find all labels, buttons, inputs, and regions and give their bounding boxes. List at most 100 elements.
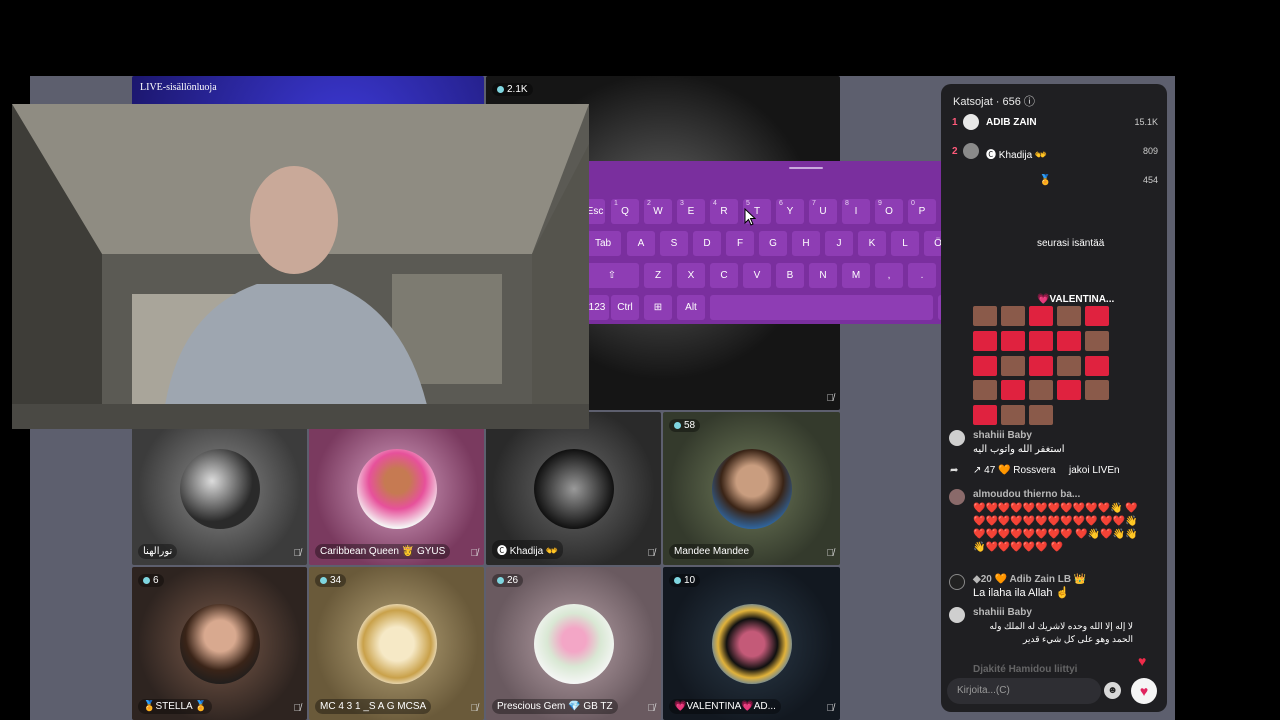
- key[interactable]: C: [710, 263, 738, 288]
- guest-tile[interactable]: 58 Mandee Mandee 🎙̸: [663, 412, 840, 565]
- chat-username[interactable]: shahiii Baby: [973, 607, 1032, 618]
- key[interactable]: 0P: [908, 199, 936, 224]
- guest-tile[interactable]: Caribbean Queen 👸 GYUS 🎙̸: [309, 412, 484, 565]
- key[interactable]: F: [726, 231, 754, 256]
- key-label: C: [720, 270, 728, 281]
- chat-username[interactable]: ↗ 47 🧡 Rossvera: [973, 465, 1056, 476]
- key-space[interactable]: [710, 295, 933, 320]
- guest-name: Caribbean Queen 👸 GYUS: [315, 544, 451, 559]
- key[interactable]: ,: [875, 263, 903, 288]
- key[interactable]: K: [858, 231, 886, 256]
- key-number: 6: [779, 200, 783, 207]
- viewer-count-badge: 26: [492, 574, 524, 587]
- guest-name: Prescious Gem 💎 GB TZ: [492, 699, 618, 714]
- key[interactable]: 3E: [677, 199, 705, 224]
- guest-tile[interactable]: 🅒 Khadija 👐 🎙̸: [486, 412, 661, 565]
- key[interactable]: D: [693, 231, 721, 256]
- key-alt[interactable]: Alt: [677, 295, 705, 320]
- guest-avatar: [711, 448, 792, 529]
- key[interactable]: 7U: [809, 199, 837, 224]
- key-number: 4: [713, 200, 717, 207]
- key-number: 1: [614, 200, 618, 207]
- viewer-row[interactable]: 2 🅒 Khadija 👐 809: [941, 140, 1167, 164]
- viewers-header[interactable]: Katsojat · 656 ⓘ: [953, 93, 1035, 109]
- mouse-cursor-icon: [744, 208, 756, 226]
- mic-muted-icon: 🎙̸: [647, 548, 656, 559]
- key-label: G: [769, 238, 777, 249]
- key[interactable]: G: [759, 231, 787, 256]
- key[interactable]: X: [677, 263, 705, 288]
- key[interactable]: A: [627, 231, 655, 256]
- key[interactable]: B: [776, 263, 804, 288]
- gift-sender-name: 💗VALENTINA...: [1037, 294, 1115, 305]
- key-label: U: [819, 206, 827, 217]
- key-label: .: [920, 270, 924, 281]
- keyboard-drag-handle[interactable]: [789, 167, 823, 169]
- like-button[interactable]: ♥: [1131, 678, 1157, 704]
- avatar: [949, 607, 965, 623]
- guest-tile[interactable]: نورالهنا 🎙̸: [132, 412, 307, 565]
- key-label: Y: [786, 206, 794, 217]
- key[interactable]: L: [891, 231, 919, 256]
- mic-muted-icon: 🎙̸: [826, 393, 835, 404]
- guest-tile[interactable]: 34 MC 4 3 1 _S A G MCSA 🎙̸: [309, 567, 484, 720]
- guest-tile[interactable]: 6 🏅STELLA 🏅 🎙̸: [132, 567, 307, 720]
- key-label: R: [720, 206, 728, 217]
- key-label: Ctrl: [617, 302, 633, 313]
- key-esc[interactable]: Esc: [589, 199, 605, 224]
- key[interactable]: J: [825, 231, 853, 256]
- key-tab[interactable]: Tab: [589, 231, 621, 256]
- key-label: V: [753, 270, 761, 281]
- viewer-score: 809: [1142, 146, 1158, 156]
- key-label: ,: [887, 270, 891, 281]
- viewer-rank: 2: [952, 146, 958, 157]
- chat-text: استغفر الله واتوب اليه: [973, 444, 1065, 455]
- viewer-row[interactable]: 🏅 454: [941, 169, 1167, 193]
- avatar: [949, 574, 965, 590]
- key[interactable]: H: [792, 231, 820, 256]
- key-shift[interactable]: ⇧: [589, 263, 639, 288]
- key-label: Tab: [594, 238, 612, 249]
- comment-input[interactable]: Kirjoita...(C): [947, 678, 1101, 704]
- key-number: 2: [647, 200, 651, 207]
- key[interactable]: M: [842, 263, 870, 288]
- key-windows[interactable]: ⊞: [644, 295, 672, 320]
- mic-muted-icon: 🎙̸: [826, 703, 835, 714]
- webcam-overlay[interactable]: [12, 104, 589, 429]
- chat-username[interactable]: shahiii Baby: [973, 430, 1032, 441]
- key[interactable]: 9O: [875, 199, 903, 224]
- viewer-rank: 1: [952, 117, 958, 128]
- key[interactable]: 1Q: [611, 199, 639, 224]
- key[interactable]: 4R: [710, 199, 738, 224]
- chat-username[interactable]: almoudou thierno ba...: [973, 489, 1080, 500]
- key[interactable]: 2W: [644, 199, 672, 224]
- key[interactable]: N: [809, 263, 837, 288]
- key-number: 7: [812, 200, 816, 207]
- key-numbers[interactable]: 123: [589, 295, 609, 320]
- guest-name: نورالهنا: [138, 544, 178, 559]
- key-label: F: [736, 238, 744, 249]
- emoji-button[interactable]: ☻: [1104, 682, 1121, 699]
- guest-tile[interactable]: 10 💗VALENTINA💗AD... 🎙̸: [663, 567, 840, 720]
- key[interactable]: S: [660, 231, 688, 256]
- viewer-count-badge: 6: [138, 574, 164, 587]
- key-label: J: [836, 238, 842, 249]
- viewer-row[interactable]: 1 ADIB ZAIN 15.1K: [941, 111, 1167, 135]
- guest-tile[interactable]: 26 Prescious Gem 💎 GB TZ 🎙̸: [486, 567, 661, 720]
- webcam-image: [12, 104, 589, 429]
- key[interactable]: Z: [644, 263, 672, 288]
- key[interactable]: 8I: [842, 199, 870, 224]
- key[interactable]: .: [908, 263, 936, 288]
- chat-username[interactable]: ◆20 🧡 Adib Zain LB 👑: [973, 574, 1086, 585]
- mic-muted-icon: 🎙̸: [826, 548, 835, 559]
- guest-name: 🅒 Khadija 👐: [492, 540, 564, 559]
- key-ctrl[interactable]: Ctrl: [611, 295, 639, 320]
- key-label: L: [902, 238, 908, 249]
- key-number: 0: [911, 200, 915, 207]
- key-label: P: [918, 206, 926, 217]
- chat-join-event: Djakité Hamidou liittyi: [949, 664, 1163, 675]
- key-label: A: [637, 238, 645, 249]
- viewer-count-badge: 10: [669, 574, 701, 587]
- key[interactable]: V: [743, 263, 771, 288]
- key[interactable]: 6Y: [776, 199, 804, 224]
